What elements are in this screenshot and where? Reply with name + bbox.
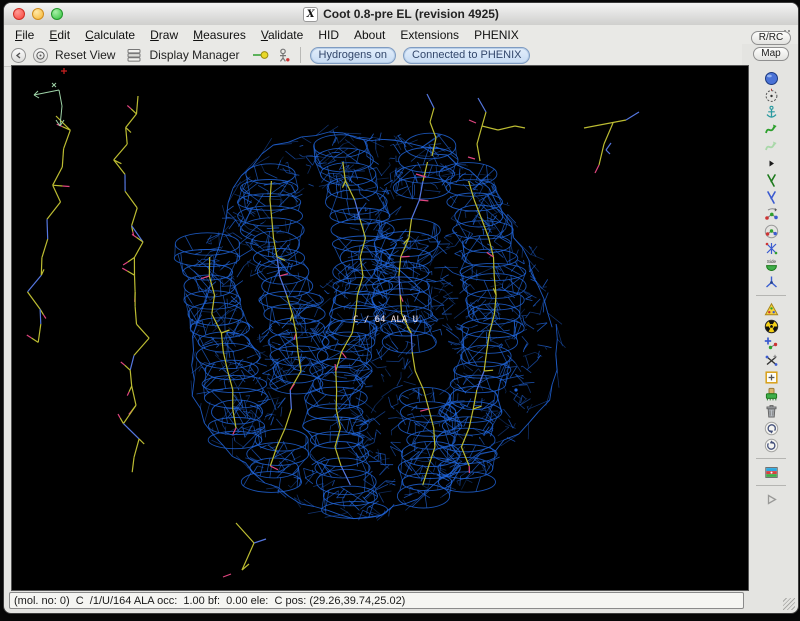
globe-icon[interactable] bbox=[763, 70, 780, 86]
menu-item-edit[interactable]: Edit bbox=[49, 28, 70, 42]
rigid-body-fit-icon[interactable] bbox=[763, 172, 780, 188]
side-toolbar-separator bbox=[756, 458, 786, 459]
anchor-icon[interactable] bbox=[763, 104, 780, 120]
auto-fit-rotamer-icon[interactable] bbox=[763, 206, 780, 222]
radiation-icon[interactable] bbox=[763, 318, 780, 334]
title-bar[interactable]: X Coot 0.8-pre EL (revision 4925) bbox=[4, 3, 798, 26]
molecular-scene[interactable]: C / 64 ALA U bbox=[12, 66, 748, 590]
atom-label: C / 64 ALA U bbox=[353, 315, 418, 325]
mutate-icon[interactable] bbox=[763, 352, 780, 368]
run-script-icon bbox=[763, 491, 780, 507]
edit-chi-angles-icon[interactable] bbox=[763, 240, 780, 256]
menu-item-hid[interactable]: HID bbox=[318, 28, 339, 42]
side-icon-toolbar: Side bbox=[756, 70, 786, 507]
menu-item-draw[interactable]: Draw bbox=[150, 28, 178, 42]
map-colours-icon[interactable] bbox=[763, 464, 780, 480]
zoom-window-button[interactable] bbox=[51, 8, 63, 20]
expander-arrow-icon[interactable] bbox=[763, 155, 780, 171]
menu-item-phenix[interactable]: PHENIX bbox=[474, 28, 519, 42]
target-icon bbox=[35, 50, 46, 61]
main-toolbar: Reset View Display Manager Hydrogens on … bbox=[4, 44, 742, 67]
delete-item-icon[interactable] bbox=[763, 403, 780, 419]
hydrogens-on-button[interactable]: Hydrogens on bbox=[310, 47, 397, 64]
coot-window: X Coot 0.8-pre EL (revision 4925) File Ed… bbox=[3, 2, 799, 614]
menu-bar: File Edit Calculate Draw Measures Validate HID… bbox=[4, 25, 798, 44]
rrc-button[interactable]: R/RC bbox=[751, 31, 791, 45]
window-title-area: X Coot 0.8-pre EL (revision 4925) bbox=[4, 3, 798, 25]
toolbar-collapse-button[interactable] bbox=[11, 48, 26, 63]
map-button[interactable]: Map bbox=[753, 47, 788, 61]
regularize-zone-icon[interactable] bbox=[763, 138, 780, 154]
rotamers-icon[interactable] bbox=[763, 223, 780, 239]
display-manager-icon bbox=[126, 48, 142, 62]
x11-app-icon: X bbox=[303, 7, 318, 22]
menu-item-calculate[interactable]: Calculate bbox=[85, 28, 135, 42]
side-toolbar-separator bbox=[756, 295, 786, 296]
menu-item-file[interactable]: File bbox=[15, 28, 34, 42]
fill-partial-residue-icon[interactable] bbox=[763, 386, 780, 402]
torsion-general-icon[interactable] bbox=[763, 274, 780, 290]
trackball-icon[interactable] bbox=[763, 87, 780, 103]
menu-item-measures[interactable]: Measures bbox=[193, 28, 246, 42]
menu-item-about[interactable]: About bbox=[354, 28, 385, 42]
rotate-translate-icon[interactable] bbox=[763, 189, 780, 205]
reset-view-button[interactable]: Reset View bbox=[55, 48, 115, 62]
display-manager-button[interactable]: Display Manager bbox=[149, 48, 239, 62]
resize-grip[interactable] bbox=[783, 598, 795, 610]
add-atom-box-icon[interactable] bbox=[763, 369, 780, 385]
toolbar-separator bbox=[300, 47, 301, 63]
graphics-canvas[interactable]: C / 64 ALA U bbox=[11, 65, 749, 591]
side-toolbar-separator bbox=[756, 485, 786, 486]
real-space-refine-icon[interactable] bbox=[763, 121, 780, 137]
status-bar: (mol. no: 0) C /1/U/164 ALA occ: 1.00 bf… bbox=[9, 592, 744, 609]
pepflip-warning-icon[interactable] bbox=[763, 301, 780, 317]
redo-icon[interactable] bbox=[763, 437, 780, 453]
chevron-icon bbox=[14, 51, 23, 60]
window-title: Coot 0.8-pre EL (revision 4925) bbox=[323, 7, 499, 21]
minimize-window-button[interactable] bbox=[32, 8, 44, 20]
screenshot-root: { "window": { "title": "Coot 0.8-pre EL … bbox=[0, 0, 800, 621]
go-to-atom-icon[interactable] bbox=[252, 48, 270, 62]
traffic-lights bbox=[13, 8, 63, 20]
menu-item-validate[interactable]: Validate bbox=[261, 28, 304, 42]
add-terminal-residue-icon[interactable] bbox=[763, 335, 780, 351]
close-window-button[interactable] bbox=[13, 8, 25, 20]
svg-text:Side: Side bbox=[766, 259, 776, 264]
menu-item-extensions[interactable]: Extensions bbox=[400, 28, 459, 42]
right-side-panel: R/RC Map Side bbox=[745, 31, 797, 599]
undo-icon[interactable] bbox=[763, 420, 780, 436]
hydrogen-figure-icon[interactable] bbox=[277, 48, 291, 63]
connected-to-phenix-button[interactable]: Connected to PHENIX bbox=[403, 47, 530, 64]
flip-sidechain-icon[interactable]: Side bbox=[763, 257, 780, 273]
reset-view-icon-button[interactable] bbox=[33, 48, 48, 63]
